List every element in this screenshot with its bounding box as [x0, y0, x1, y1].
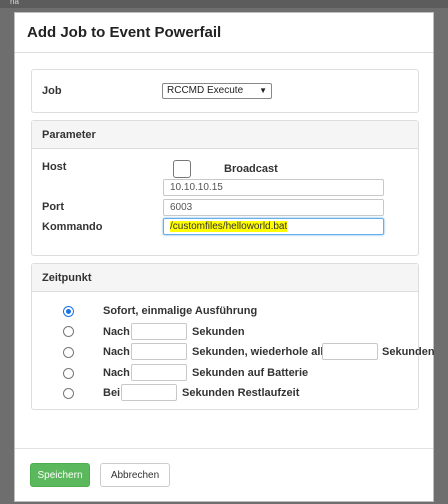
option-sofort-label: Sofort, einmalige Ausführung	[103, 305, 258, 317]
radio-nach-batterie[interactable]	[63, 368, 74, 379]
wiederhole-seconds-input[interactable]	[131, 343, 187, 360]
option-batterie-prefix: Nach	[103, 367, 130, 379]
job-select[interactable]: RCCMD Execute ▼	[162, 83, 272, 99]
save-button[interactable]: Speichern	[30, 463, 90, 487]
chevron-down-icon: ▼	[259, 86, 267, 95]
host-input[interactable]: 10.10.10.15	[163, 179, 384, 196]
option-restlaufzeit-label: Sekunden Restlaufzeit	[182, 387, 300, 399]
batterie-seconds-input[interactable]	[131, 364, 187, 381]
parameter-panel: Parameter Host Broadcast 10.10.10.15 Por…	[31, 120, 419, 256]
option-nach-prefix: Nach	[103, 326, 130, 338]
broadcast-checkbox[interactable]	[173, 160, 191, 178]
zeitpunkt-heading: Zeitpunkt	[32, 264, 418, 292]
cancel-button[interactable]: Abbrechen	[100, 463, 170, 487]
radio-bei-restlaufzeit[interactable]	[63, 388, 74, 399]
kommando-value: /customfiles/helloworld.bat	[170, 221, 288, 232]
option-nach-sekunden-label: Sekunden	[192, 326, 245, 338]
kommando-label: Kommando	[42, 221, 103, 233]
port-label: Port	[42, 201, 64, 213]
parameter-heading: Parameter	[32, 121, 418, 149]
footer-divider	[15, 448, 433, 449]
radio-sofort[interactable]	[63, 306, 74, 317]
broadcast-label: Broadcast	[224, 163, 278, 175]
add-job-dialog: Add Job to Event Powerfail Job RCCMD Exe…	[14, 12, 435, 502]
host-label: Host	[42, 161, 67, 173]
option-wiederhole-suffix: Sekunden	[382, 346, 435, 358]
job-label: Job	[42, 85, 62, 97]
zeitpunkt-panel: Zeitpunkt Sofort, einmalige Ausführung N…	[31, 263, 435, 410]
radio-nach-wiederhole[interactable]	[63, 347, 74, 358]
wiederhole-interval-input[interactable]	[322, 343, 378, 360]
radio-nach-sekunden[interactable]	[63, 326, 74, 337]
dialog-header: Add Job to Event Powerfail	[15, 13, 433, 53]
background-bar	[0, 0, 448, 8]
job-panel: Job RCCMD Execute ▼	[31, 69, 419, 113]
option-bei-prefix: Bei	[103, 387, 121, 399]
kommando-input[interactable]: /customfiles/helloworld.bat	[163, 218, 384, 235]
restlaufzeit-seconds-input[interactable]	[121, 384, 177, 401]
option-wiederhole-label: Sekunden, wiederhole alle	[192, 346, 330, 358]
option-wiederhole-prefix: Nach	[103, 346, 130, 358]
nach-sekunden-input[interactable]	[131, 323, 187, 340]
option-batterie-label: Sekunden auf Batterie	[192, 367, 309, 379]
port-input[interactable]: 6003	[163, 199, 384, 216]
job-select-value: RCCMD Execute	[167, 85, 244, 96]
dialog-title: Add Job to Event Powerfail	[27, 24, 222, 41]
background-text: na	[10, 0, 19, 6]
